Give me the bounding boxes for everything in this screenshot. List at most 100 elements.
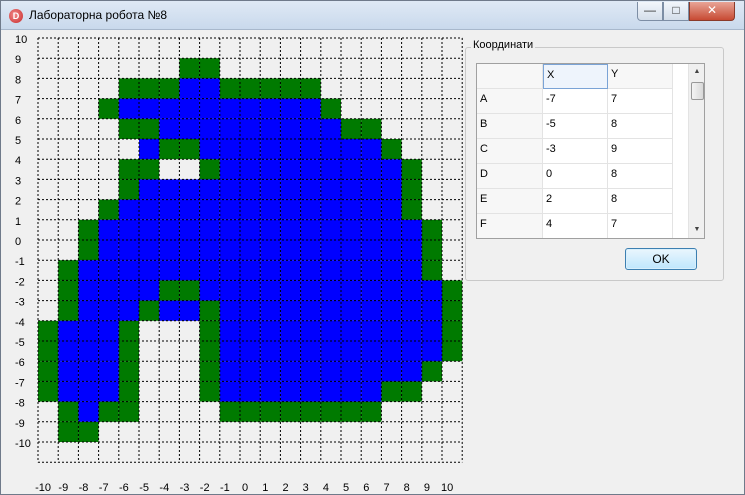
fill-cell <box>98 280 119 301</box>
x-tick-label: 8 <box>404 482 410 491</box>
fill-cell <box>260 240 281 261</box>
row-header[interactable]: A <box>477 89 543 114</box>
table-row[interactable]: B -5 8 <box>477 114 688 139</box>
fill-cell <box>421 300 442 321</box>
fill-cell <box>179 179 200 200</box>
title-bar[interactable]: D Лабораторна робота №8 — □ ✕ <box>1 1 744 30</box>
fill-cell <box>240 361 261 382</box>
fill-cell <box>300 381 321 402</box>
fill-cell <box>280 260 301 281</box>
cell-y[interactable]: 8 <box>608 164 673 189</box>
fill-cell <box>118 240 139 261</box>
fill-cell <box>219 300 240 321</box>
table-row[interactable]: F 4 7 <box>477 214 688 238</box>
ok-button[interactable]: OK <box>625 248 697 270</box>
fill-cell <box>280 240 301 261</box>
coordinates-table[interactable]: X Y A -7 7 B -5 8 C -3 9 D 0 8 E 2 8 F 4… <box>476 63 705 239</box>
fill-cell <box>341 260 362 281</box>
fill-cell <box>179 240 200 261</box>
fill-cell <box>381 199 402 220</box>
cell-y[interactable]: 8 <box>608 189 673 214</box>
fill-cell <box>118 98 139 119</box>
border-cell <box>260 401 281 422</box>
fill-cell <box>401 300 422 321</box>
fill-cell <box>280 320 301 341</box>
x-tick-label: -3 <box>180 482 190 491</box>
fill-cell <box>341 199 362 220</box>
fill-cell <box>240 199 261 220</box>
border-cell <box>139 118 160 139</box>
fill-cell <box>159 118 180 139</box>
fill-cell <box>179 260 200 281</box>
cell-x[interactable]: -3 <box>543 139 608 164</box>
fill-cell <box>381 280 402 301</box>
cell-x[interactable]: 0 <box>543 164 608 189</box>
x-tick-label: 1 <box>262 482 268 491</box>
cell-y[interactable]: 9 <box>608 139 673 164</box>
border-cell <box>442 280 463 301</box>
border-cell <box>58 401 79 422</box>
column-header-x[interactable]: X <box>543 64 608 89</box>
fill-cell <box>199 240 220 261</box>
cell-x[interactable]: 4 <box>543 214 608 238</box>
fill-cell <box>159 179 180 200</box>
fill-cell <box>341 361 362 382</box>
row-header[interactable]: D <box>477 164 543 189</box>
border-cell <box>361 118 382 139</box>
fill-cell <box>361 159 382 180</box>
fill-cell <box>361 320 382 341</box>
fill-cell <box>401 341 422 362</box>
y-tick-label: -1 <box>15 256 25 268</box>
cell-y[interactable]: 7 <box>608 89 673 114</box>
cell-x[interactable]: -5 <box>543 114 608 139</box>
fill-cell <box>240 179 261 200</box>
main-window: D Лабораторна робота №8 — □ ✕ 10 9 8 7 6 5 4 3 2… <box>0 0 745 495</box>
table-row[interactable]: C -3 9 <box>477 139 688 164</box>
scroll-up-icon[interactable]: ▲ <box>689 64 704 80</box>
fill-cell <box>240 240 261 261</box>
border-cell <box>300 78 321 99</box>
row-header[interactable]: C <box>477 139 543 164</box>
y-tick-label: 1 <box>15 216 21 228</box>
fill-cell <box>300 98 321 119</box>
minimize-icon[interactable]: — <box>637 2 663 21</box>
cell-x[interactable]: -7 <box>543 89 608 114</box>
cell-y[interactable]: 8 <box>608 114 673 139</box>
column-header-y[interactable]: Y <box>608 64 673 89</box>
row-header[interactable]: E <box>477 189 543 214</box>
fill-cell <box>280 361 301 382</box>
border-cell <box>78 219 99 240</box>
fill-cell <box>300 179 321 200</box>
row-header[interactable]: F <box>477 214 543 238</box>
border-cell <box>421 260 442 281</box>
cell-x[interactable]: 2 <box>543 189 608 214</box>
fill-cell <box>280 280 301 301</box>
x-tick-label: -7 <box>99 482 109 491</box>
table-row[interactable]: D 0 8 <box>477 164 688 189</box>
x-tick-label: -2 <box>200 482 210 491</box>
fill-cell <box>320 139 341 160</box>
maximize-icon[interactable]: □ <box>663 2 689 21</box>
fill-cell <box>159 199 180 220</box>
table-row[interactable]: E 2 8 <box>477 189 688 214</box>
table-header-row: X Y <box>477 64 688 89</box>
x-tick-label: -5 <box>139 482 149 491</box>
row-header[interactable]: B <box>477 114 543 139</box>
close-icon[interactable]: ✕ <box>689 2 735 21</box>
x-tick-label: 7 <box>383 482 389 491</box>
scroll-down-icon[interactable]: ▼ <box>689 222 704 238</box>
fill-cell <box>118 280 139 301</box>
corner-header[interactable] <box>477 64 543 89</box>
fill-cell <box>240 98 261 119</box>
y-tick-label: -3 <box>15 297 25 309</box>
table-vertical-scrollbar[interactable]: ▲ ▼ <box>688 64 704 238</box>
border-cell <box>341 118 362 139</box>
cell-y[interactable]: 7 <box>608 214 673 238</box>
coordinate-grid[interactable]: 109876543210-1-2-3-4-5-6-7-8-9-10-10 -9 -8… <box>1 29 463 491</box>
fill-cell <box>401 280 422 301</box>
fill-cell <box>260 361 281 382</box>
fill-cell <box>219 98 240 119</box>
border-cell <box>179 139 200 160</box>
table-row[interactable]: A -7 7 <box>477 89 688 114</box>
scroll-thumb[interactable] <box>691 82 704 100</box>
